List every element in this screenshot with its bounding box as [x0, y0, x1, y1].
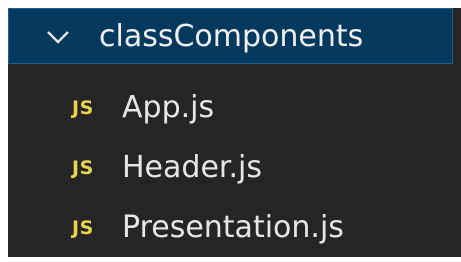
file-explorer: classComponents JS App.js JS Header.js J… — [0, 0, 461, 257]
file-label: App.js — [122, 90, 215, 125]
file-item-header-js[interactable]: JS Header.js — [8, 142, 461, 202]
javascript-file-icon: JS — [72, 217, 94, 239]
chevron-down-icon[interactable] — [46, 25, 70, 49]
javascript-file-icon: JS — [72, 97, 94, 119]
folder-item-classcomponents[interactable]: classComponents — [8, 8, 453, 64]
file-label: Header.js — [122, 150, 262, 185]
file-item-app-js[interactable]: JS App.js — [8, 82, 461, 142]
file-item-presentation-js[interactable]: JS Presentation.js — [8, 202, 461, 262]
file-tree: classComponents JS App.js JS Header.js J… — [8, 8, 461, 257]
file-label: Presentation.js — [122, 210, 344, 245]
javascript-file-icon: JS — [72, 157, 94, 179]
folder-label: classComponents — [99, 19, 364, 54]
